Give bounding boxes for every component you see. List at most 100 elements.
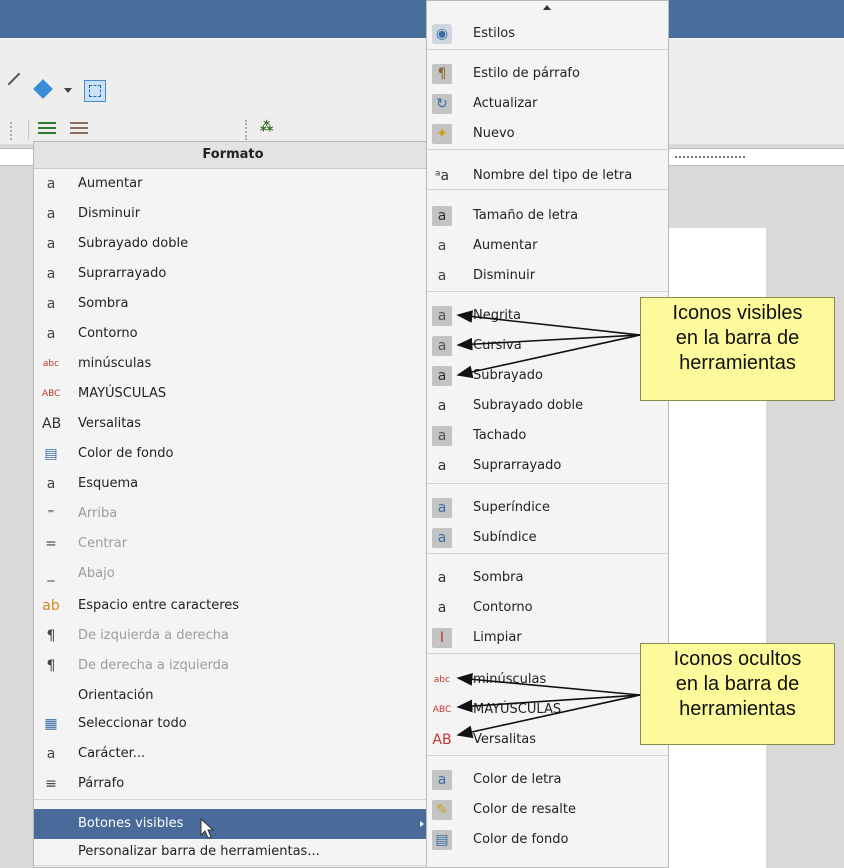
menu-item-abajo: _ Abajo xyxy=(34,559,432,589)
menu-item-carácter[interactable]: a Carácter... xyxy=(34,739,432,769)
paragraph-indent-icon[interactable] xyxy=(38,122,56,136)
scroll-up-icon[interactable] xyxy=(543,5,551,10)
submenu-item-limpiar[interactable]: I Limpiar xyxy=(427,623,668,653)
submenu-item-color-de-letra[interactable]: a Color de letra xyxy=(427,765,668,795)
menu-title: Formato xyxy=(34,142,432,169)
menu-item-espacio-entre-caracteres[interactable]: ab Espacio entre caracteres xyxy=(34,591,432,621)
paragraph-style-icon: ¶ xyxy=(432,64,452,84)
submenu-item-versalitas[interactable]: AB Versalitas xyxy=(427,725,668,755)
toggle-point-edit-icon[interactable] xyxy=(84,80,106,102)
font-size-icon: a xyxy=(432,206,452,226)
submenu-item-label: Estilos xyxy=(473,26,516,41)
superscript-icon: a xyxy=(432,498,452,518)
menu-item-color-de-fondo[interactable]: ▤ Color de fondo xyxy=(34,439,432,469)
font-shrink-icon: a xyxy=(437,268,447,284)
menu-item-label: Disminuir xyxy=(78,206,141,221)
menu-separator xyxy=(427,755,668,756)
menu-item-párrafo[interactable]: ≡ Párrafo xyxy=(34,769,432,799)
submenu-item-negrita[interactable]: a Negrita xyxy=(427,301,668,331)
submenu-item-label: Contorno xyxy=(473,600,533,615)
chevron-down-icon[interactable] xyxy=(64,88,72,93)
menu-item-label: Espacio entre caracteres xyxy=(78,598,240,613)
strikethrough-icon: a xyxy=(432,426,452,446)
submenu-item-label: Color de resalte xyxy=(473,802,576,817)
find-replace-icon[interactable]: ⁂ xyxy=(260,120,273,135)
submenu-item-superíndice[interactable]: a Superíndice xyxy=(427,493,668,523)
menu-separator xyxy=(427,483,668,484)
submenu-item-contorno[interactable]: a Contorno xyxy=(427,593,668,623)
menu-item-de-derecha-a-izquierda: ¶ De derecha a izquierda xyxy=(34,651,432,681)
submenu-item-suprarrayado[interactable]: a Suprarrayado xyxy=(427,451,668,481)
menu-item-label: Botones visibles xyxy=(78,816,184,831)
paragraph-icon: ≡ xyxy=(45,776,57,792)
menu-item-aumentar[interactable]: a Aumentar xyxy=(34,169,432,199)
menu-item-label: Color de fondo xyxy=(78,446,174,461)
font-color-icon: a xyxy=(432,770,452,790)
font-name-icon: ᵃa xyxy=(434,168,450,184)
submenu-item-label: Versalitas xyxy=(473,732,537,747)
submenu-item-label: Subrayado xyxy=(473,368,543,383)
clear-formatting-icon: I xyxy=(432,628,452,648)
submenu-item-label: Estilo de párrafo xyxy=(473,66,580,81)
menu-item-subrayado-doble[interactable]: a Subrayado doble xyxy=(34,229,432,259)
menu-item-label: Carácter... xyxy=(78,746,146,761)
menu-item-versalitas[interactable]: AB Versalitas xyxy=(34,409,432,439)
submenu-item-nombre-del-tipo-de-letra[interactable]: ᵃa Nombre del tipo de letra xyxy=(427,161,668,191)
submenu-item-mayúsculas[interactable]: ABC MAYÚSCULAS xyxy=(427,695,668,725)
submenu-item-label: Sombra xyxy=(473,570,524,585)
mouse-cursor xyxy=(200,817,216,840)
menu-item-minúsculas[interactable]: abc minúsculas xyxy=(34,349,432,379)
submenu-item-color-de-fondo[interactable]: ▤ Color de fondo xyxy=(427,825,668,855)
submenu-item-estilos[interactable]: ◉ Estilos xyxy=(427,19,668,49)
menu-item-suprarrayado[interactable]: a Suprarrayado xyxy=(34,259,432,289)
menu-item-label: De derecha a izquierda xyxy=(78,658,229,673)
submenu-item-estilo-de-párrafo[interactable]: ¶ Estilo de párrafo xyxy=(427,59,668,89)
menu-separator xyxy=(427,149,668,150)
overline-icon: a xyxy=(437,458,447,474)
menu-item-label: minúsculas xyxy=(78,356,152,371)
menu-separator xyxy=(427,553,668,554)
submenu-item-tachado[interactable]: a Tachado xyxy=(427,421,668,451)
bold-icon: a xyxy=(432,306,452,326)
new-style-icon: ✦ xyxy=(432,124,452,144)
submenu-item-label: Aumentar xyxy=(473,238,538,253)
menu-item-contorno[interactable]: a Contorno xyxy=(34,319,432,349)
paragraph-outdent-icon[interactable] xyxy=(70,122,88,136)
menu-item-sombra[interactable]: a Sombra xyxy=(34,289,432,319)
submenu-arrow-icon xyxy=(420,821,424,827)
menu-separator xyxy=(427,49,668,50)
submenu-item-nuevo[interactable]: ✦ Nuevo xyxy=(427,119,668,149)
submenu-item-subrayado[interactable]: a Subrayado xyxy=(427,361,668,391)
submenu-item-label: Color de fondo xyxy=(473,832,569,847)
align-center-icon: = xyxy=(45,536,57,552)
menu-item-label: Contorno xyxy=(78,326,138,341)
menu-item-personalizar-barra-de-herramientas[interactable]: Personalizar barra de herramientas... xyxy=(34,837,432,867)
submenu-item-disminuir[interactable]: a Disminuir xyxy=(427,261,668,291)
font-shrink-icon: a xyxy=(46,206,56,222)
callout-text-line: en la barra de xyxy=(675,327,800,349)
menu-item-botones-visibles[interactable]: Botones visibles xyxy=(34,809,432,839)
menu-item-orientación[interactable]: Orientación xyxy=(34,681,432,711)
italic-icon: a xyxy=(432,336,452,356)
shadow-icon: a xyxy=(437,570,447,586)
menu-separator xyxy=(427,653,668,654)
menu-item-esquema[interactable]: a Esquema xyxy=(34,469,432,499)
menu-item-disminuir[interactable]: a Disminuir xyxy=(34,199,432,229)
submenu-item-minúsculas[interactable]: abc minúsculas xyxy=(427,665,668,695)
submenu-item-subrayado-doble[interactable]: a Subrayado doble xyxy=(427,391,668,421)
callout-text-line: Iconos visibles xyxy=(672,302,803,324)
menu-separator xyxy=(427,189,668,190)
submenu-item-tamaño-de-letra[interactable]: a Tamaño de letra xyxy=(427,201,668,231)
submenu-item-cursiva[interactable]: a Cursiva xyxy=(427,331,668,361)
submenu-item-label: Subrayado doble xyxy=(473,398,584,413)
menu-item-mayúsculas[interactable]: ABC MAYÚSCULAS xyxy=(34,379,432,409)
ltr-icon: ¶ xyxy=(46,628,56,644)
submenu-item-sombra[interactable]: a Sombra xyxy=(427,563,668,593)
double-underline-icon: a xyxy=(437,398,447,414)
menu-item-seleccionar-todo[interactable]: ▦ Seleccionar todo xyxy=(34,709,432,739)
submenu-item-subíndice[interactable]: a Subíndice xyxy=(427,523,668,553)
submenu-item-label: Suprarrayado xyxy=(473,458,562,473)
submenu-item-aumentar[interactable]: a Aumentar xyxy=(427,231,668,261)
submenu-item-actualizar[interactable]: ↻ Actualizar xyxy=(427,89,668,119)
submenu-item-color-de-resalte[interactable]: ✎ Color de resalte xyxy=(427,795,668,825)
